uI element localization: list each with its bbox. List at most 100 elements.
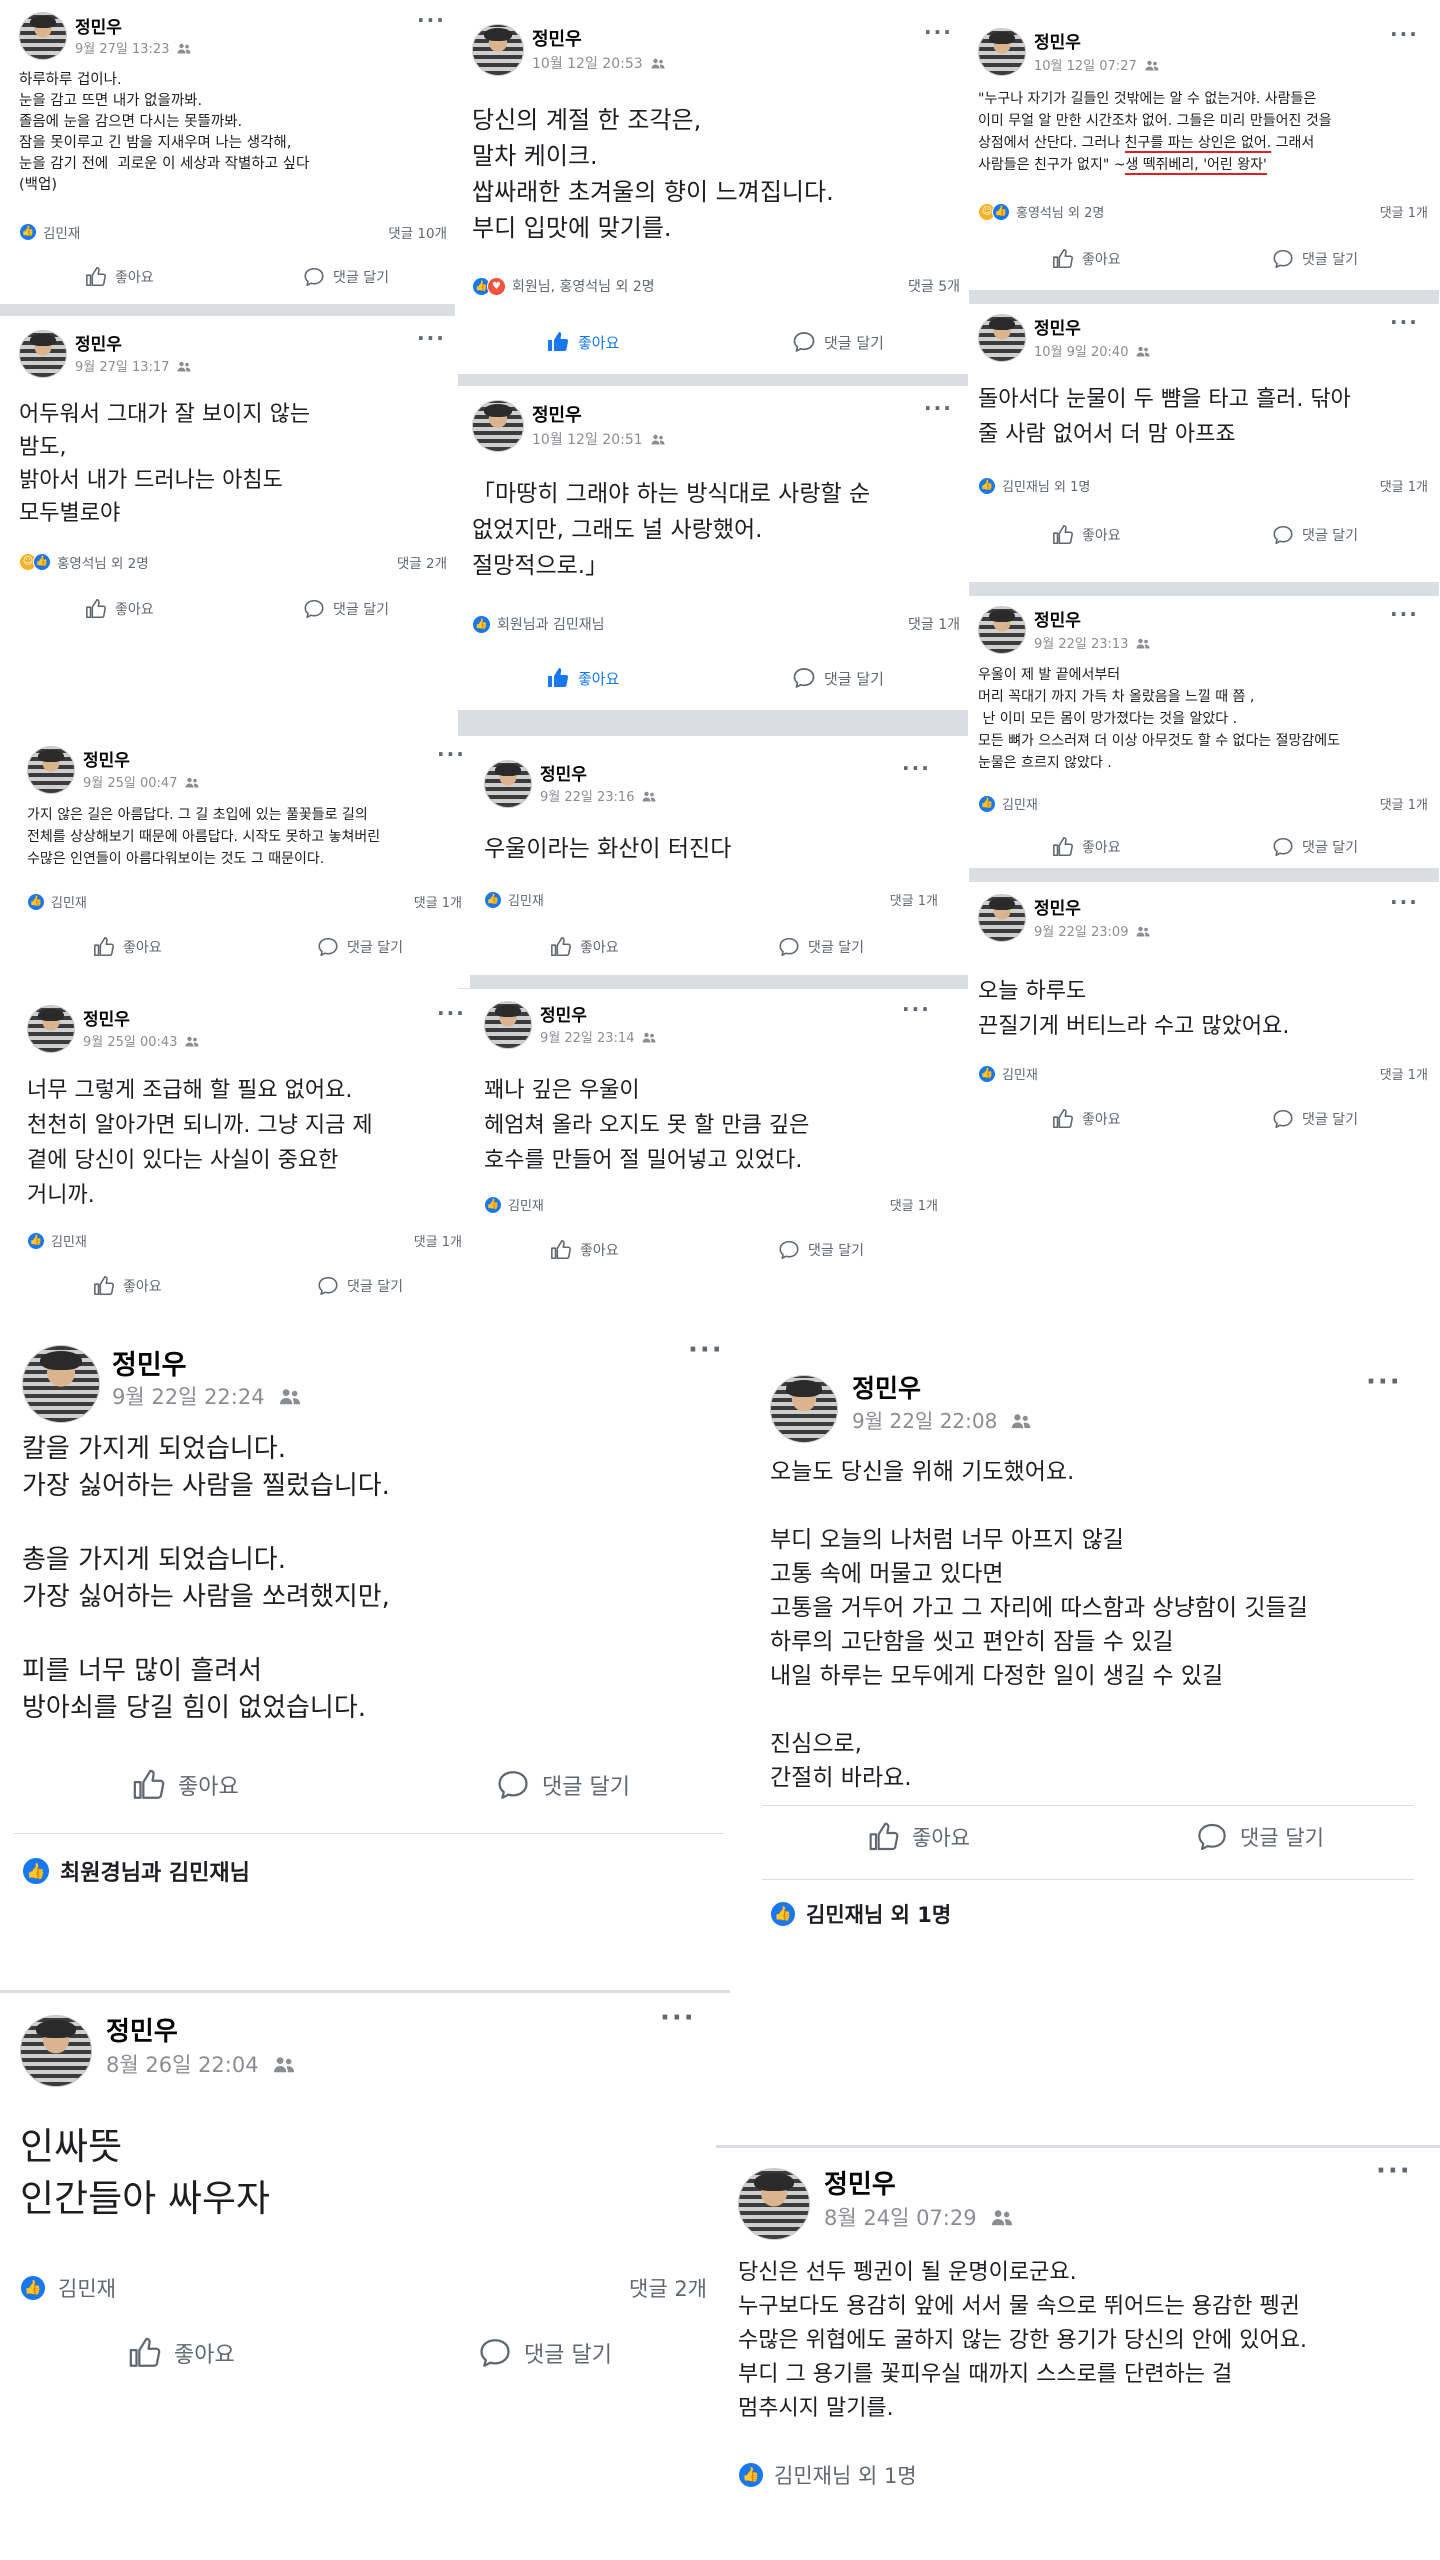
like-button[interactable]: 좋아요 <box>1052 524 1121 546</box>
comment-button[interactable]: 댓글 달기 <box>1272 1108 1358 1130</box>
author-name[interactable]: 정민우 <box>1034 314 1081 339</box>
reactions-summary[interactable]: 👍 김민재 <box>978 1064 1038 1083</box>
author-name[interactable]: 정민우 <box>106 2011 178 2048</box>
author-name[interactable]: 정민우 <box>540 760 587 785</box>
comment-count[interactable]: 댓글 1개 <box>414 892 462 911</box>
reactions-summary[interactable]: 👍 김민재 <box>484 1195 544 1214</box>
post-date[interactable]: 9월 22일 22:24 <box>112 1381 301 1411</box>
comment-button[interactable]: 댓글 달기 <box>792 666 884 690</box>
avatar[interactable] <box>770 1375 838 1443</box>
like-button[interactable]: 좋아요 <box>93 1275 162 1297</box>
avatar[interactable] <box>978 314 1026 362</box>
post-date[interactable]: 9월 27일 13:23 <box>75 38 191 57</box>
comment-count[interactable]: 댓글 5개 <box>908 276 960 296</box>
reactions-summary[interactable]: 👍 김민재 <box>978 794 1038 813</box>
comment-button[interactable]: 댓글 달기 <box>317 936 403 958</box>
more-options-icon[interactable]: ··· <box>1390 890 1419 914</box>
comment-count[interactable]: 댓글 1개 <box>1380 794 1428 813</box>
more-options-icon[interactable]: ··· <box>902 997 931 1021</box>
reactions-summary[interactable]: ☺ 👍 홍영석님 외 2명 <box>19 552 149 572</box>
comment-button[interactable]: 댓글 달기 <box>303 598 389 620</box>
post-date[interactable]: 9월 22일 23:09 <box>1034 921 1150 940</box>
more-options-icon[interactable]: ··· <box>417 326 446 350</box>
author-name[interactable]: 정민우 <box>852 1369 921 1405</box>
reactions-summary[interactable]: 👍 김민재님 외 1명 <box>770 1899 951 1929</box>
avatar[interactable] <box>978 606 1026 654</box>
like-button[interactable]: 좋아요 <box>1052 248 1121 270</box>
like-button[interactable]: 좋아요 <box>550 1239 619 1261</box>
more-options-icon[interactable]: ··· <box>1390 310 1419 334</box>
comment-button[interactable]: 댓글 달기 <box>1272 524 1358 546</box>
avatar[interactable] <box>484 1001 532 1049</box>
like-button[interactable]: 좋아요 <box>132 1768 239 1802</box>
post-date[interactable]: 8월 24일 07:29 <box>824 2202 1013 2232</box>
comment-count[interactable]: 댓글 1개 <box>1380 202 1428 221</box>
more-options-icon[interactable]: ··· <box>1390 602 1419 626</box>
author-name[interactable]: 정민우 <box>83 1005 130 1030</box>
reactions-summary[interactable]: 👍 김민재 <box>19 222 80 242</box>
like-button[interactable]: 좋아요 <box>1052 1108 1121 1130</box>
author-name[interactable]: 정민우 <box>75 330 122 355</box>
avatar[interactable] <box>19 330 67 378</box>
like-button[interactable]: 좋아요 <box>550 936 619 958</box>
author-name[interactable]: 정민우 <box>824 2164 896 2201</box>
avatar[interactable] <box>22 1345 100 1423</box>
avatar[interactable] <box>19 12 67 60</box>
comment-button[interactable]: 댓글 달기 <box>792 330 884 354</box>
more-options-icon[interactable]: ··· <box>688 1335 724 1365</box>
comment-count[interactable]: 댓글 1개 <box>890 1195 938 1214</box>
author-name[interactable]: 정민우 <box>83 746 130 771</box>
comment-button[interactable]: 댓글 달기 <box>1196 1821 1324 1853</box>
reactions-summary[interactable]: 👍 회원님과 김민재님 <box>472 614 605 634</box>
reactions-summary[interactable]: ☺ 👍 홍영석님 외 2명 <box>978 202 1104 221</box>
more-options-icon[interactable]: ··· <box>924 396 953 420</box>
post-date[interactable]: 9월 22일 23:13 <box>1034 633 1150 652</box>
post-date[interactable]: 10월 12일 20:53 <box>532 53 665 73</box>
comment-count[interactable]: 댓글 2개 <box>397 552 447 572</box>
comment-count[interactable]: 댓글 2개 <box>629 2273 707 2303</box>
comment-button[interactable]: 댓글 달기 <box>478 2336 612 2370</box>
avatar[interactable] <box>27 1005 75 1053</box>
author-name[interactable]: 정민우 <box>532 25 582 51</box>
more-options-icon[interactable]: ··· <box>437 1001 466 1025</box>
like-button[interactable]: 좋아요 <box>1052 836 1121 858</box>
comment-button[interactable]: 댓글 달기 <box>778 1239 864 1261</box>
post-date[interactable]: 9월 25일 00:43 <box>83 1031 199 1050</box>
post-date[interactable]: 8월 26일 22:04 <box>106 2049 295 2079</box>
author-name[interactable]: 정민우 <box>532 401 582 427</box>
like-button[interactable]: 좋아요 <box>128 2336 235 2370</box>
comment-count[interactable]: 댓글 1개 <box>1380 476 1428 495</box>
avatar[interactable] <box>484 760 532 808</box>
reactions-summary[interactable]: 👍 김민재님 외 1명 <box>978 476 1090 495</box>
author-name[interactable]: 정민우 <box>1034 894 1081 919</box>
author-name[interactable]: 정민우 <box>1034 28 1081 53</box>
post-date[interactable]: 9월 22일 22:08 <box>852 1405 1031 1434</box>
comment-count[interactable]: 댓글 1개 <box>890 890 938 909</box>
comment-count[interactable]: 댓글 1개 <box>908 614 960 634</box>
post-date[interactable]: 10월 12일 07:27 <box>1034 55 1159 74</box>
reactions-summary[interactable]: 👍 김민재 <box>27 1231 87 1250</box>
reactions-summary[interactable]: 👍 ♥ 회원님, 홍영석님 외 2명 <box>472 276 655 296</box>
like-button[interactable]: 좋아요 <box>85 266 154 288</box>
avatar[interactable] <box>472 400 524 452</box>
post-date[interactable]: 9월 22일 23:16 <box>540 786 656 805</box>
post-date[interactable]: 10월 12일 20:51 <box>532 429 665 449</box>
post-date[interactable]: 9월 22일 23:14 <box>540 1027 656 1046</box>
reactions-summary[interactable]: 👍 김민재님 외 1명 <box>738 2460 917 2490</box>
comment-count[interactable]: 댓글 10개 <box>388 222 447 242</box>
avatar[interactable] <box>978 894 1026 942</box>
comment-button[interactable]: 댓글 달기 <box>496 1768 630 1802</box>
like-button[interactable]: 좋아요 <box>868 1821 970 1853</box>
avatar[interactable] <box>27 746 75 794</box>
author-name[interactable]: 정민우 <box>540 1001 587 1026</box>
post-date[interactable]: 9월 27일 13:17 <box>75 356 191 375</box>
more-options-icon[interactable]: ··· <box>417 8 446 32</box>
more-options-icon[interactable]: ··· <box>1376 2156 1412 2186</box>
reactions-summary[interactable]: 👍 김민재 <box>484 890 544 909</box>
more-options-icon[interactable]: ··· <box>660 2003 696 2033</box>
like-button[interactable]: 좋아요 <box>546 330 619 354</box>
like-button[interactable]: 좋아요 <box>93 936 162 958</box>
like-button[interactable]: 좋아요 <box>546 666 619 690</box>
avatar[interactable] <box>978 28 1026 76</box>
avatar[interactable] <box>738 2168 810 2240</box>
